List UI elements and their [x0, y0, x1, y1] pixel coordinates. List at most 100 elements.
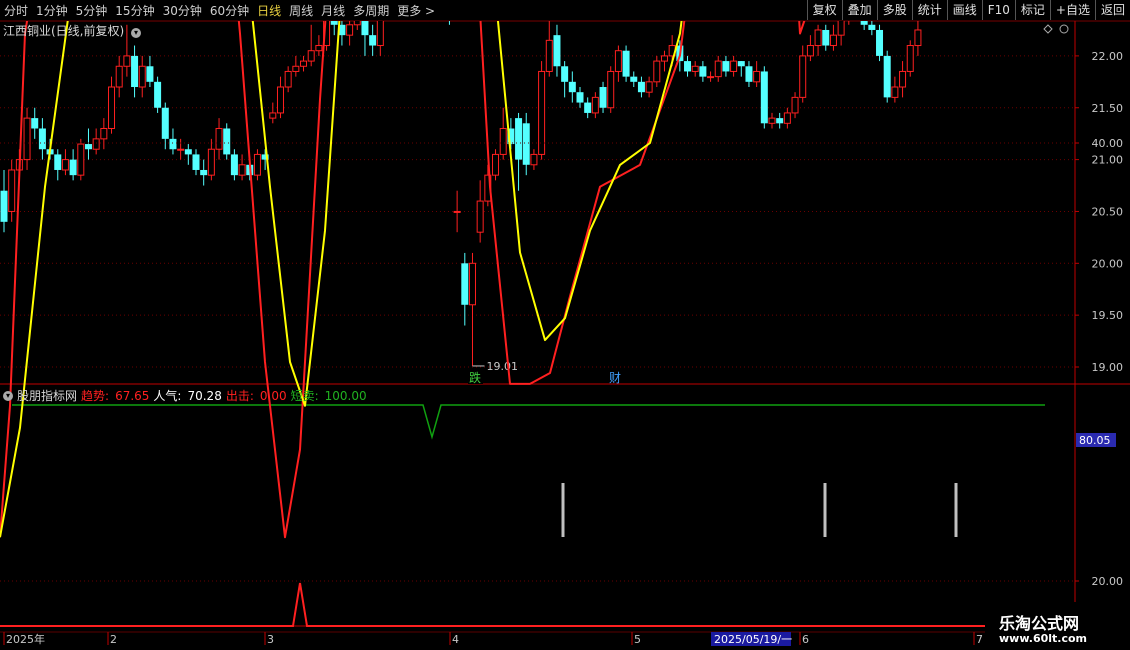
candle-body-up — [806, 45, 814, 57]
candle-body-down — [369, 35, 377, 46]
candle-body-up — [300, 60, 308, 67]
price-tick-label: 20.00 — [1092, 257, 1124, 270]
period-tab-more[interactable]: 更多 > — [393, 2, 439, 19]
candle-body-down — [223, 128, 231, 155]
period-tab-15min[interactable]: 15分钟 — [111, 2, 158, 19]
chevron-down-icon[interactable]: ▾ — [3, 390, 13, 401]
candle-body-up — [906, 45, 914, 72]
period-tab-5min[interactable]: 5分钟 — [72, 2, 112, 19]
stock-title[interactable]: 江西铜业(日线,前复权) ▾ — [3, 22, 144, 39]
candle-body-down — [745, 66, 753, 82]
candle-body-down — [637, 81, 645, 93]
chevron-down-icon[interactable]: ▾ — [131, 28, 142, 38]
timeline-label: 6 — [802, 633, 809, 646]
candle-body-up — [77, 143, 85, 176]
f10-button[interactable]: F10 — [981, 0, 1015, 20]
candle-body-down — [630, 76, 638, 82]
candle-body-up — [276, 86, 284, 114]
mark-button[interactable]: 标记 — [1014, 0, 1050, 20]
candle-body-up — [791, 96, 799, 114]
overlay-button[interactable]: 叠加 — [841, 0, 877, 20]
period-tab-60min[interactable]: 60分钟 — [206, 2, 253, 19]
multi-stock-button[interactable]: 多股 — [876, 0, 912, 20]
candle-body-up — [269, 112, 277, 119]
candle-body-up — [653, 60, 661, 83]
candle-body-down — [192, 154, 200, 170]
short-sell-line — [12, 404, 1045, 440]
candle-body-down — [699, 66, 707, 77]
candle-body-up — [614, 50, 622, 72]
candle-body-down — [776, 118, 784, 124]
candle-body-down — [0, 190, 8, 222]
candle-body-down — [38, 128, 46, 150]
candle-body-up — [92, 138, 100, 150]
restore-rights-button[interactable]: 复权 — [806, 0, 842, 20]
price-tick-label: 20.50 — [1092, 205, 1124, 218]
candle-body-up — [253, 153, 261, 176]
cursor-date: 2025/05/19/一 — [714, 633, 792, 646]
candle-body-up — [61, 159, 69, 171]
indicator-header: ▾ 股朋指标网 趋势: 67.65 人气: 70.28 出击: 0.00 短卖: 100… — [3, 387, 371, 404]
period-tabs: 分时 1分钟 5分钟 15分钟 30分钟 60分钟 日线 周线 月线 多周期 更… — [0, 0, 439, 20]
candle-body-up — [492, 153, 500, 176]
timeline-label: 2 — [110, 633, 117, 646]
candle-body-up — [545, 39, 553, 72]
price-tick-label: 19.50 — [1092, 309, 1124, 322]
candle-body-up — [476, 200, 484, 233]
candle-body-down — [161, 107, 169, 139]
indicator-item-attack: 出击: 0.00 — [225, 389, 287, 403]
candle-body-down — [822, 29, 830, 46]
candle-body-down — [461, 263, 469, 305]
chart-canvas[interactable]: 25.0024.5024.0023.5023.0022.5022.0021.50… — [0, 0, 1130, 650]
indicator-tick-label: 40.00 — [1092, 137, 1124, 150]
candle-body-down — [568, 81, 576, 93]
statistics-button[interactable]: 统计 — [911, 0, 947, 20]
cursor-value: 80.05 — [1079, 434, 1111, 447]
candle-body-up — [138, 65, 146, 88]
candle-body-up — [707, 76, 715, 79]
candle-body-down — [883, 55, 891, 98]
candle-body-up — [100, 127, 108, 140]
period-tab-fenshi[interactable]: 分时 — [0, 2, 32, 19]
watermark: 乐淘公式网 www.60lt.com — [985, 602, 1130, 650]
candle-body-up — [307, 50, 315, 62]
indicator-name[interactable]: 股朋指标网 — [17, 387, 77, 404]
period-tab-multi[interactable]: 多周期 — [349, 2, 393, 19]
candle-body-up — [215, 127, 223, 150]
candle-body-down — [561, 66, 569, 82]
candle-body-down — [131, 55, 139, 88]
add-watchlist-button[interactable]: +自选 — [1049, 0, 1095, 20]
period-tab-daily[interactable]: 日线 — [253, 2, 285, 19]
candle-body-up — [660, 55, 668, 62]
candle-body-up — [123, 55, 131, 67]
candle-body-down — [515, 118, 523, 160]
candle-body-down — [722, 61, 730, 72]
candle-body-up — [691, 65, 699, 72]
period-tab-weekly[interactable]: 周线 — [285, 2, 317, 19]
price-tick-label: 21.00 — [1092, 154, 1124, 167]
indicator-item-popularity: 人气: 70.28 — [153, 389, 222, 403]
period-tab-1min[interactable]: 1分钟 — [32, 2, 72, 19]
candle-body-up — [714, 60, 722, 78]
candle-body-down — [876, 29, 884, 56]
candle-body-down — [184, 149, 192, 155]
draw-line-button[interactable]: 画线 — [946, 0, 982, 20]
price-tick-label: 19.00 — [1092, 361, 1124, 374]
candle-body-up — [730, 60, 738, 72]
candle-body-down — [31, 118, 39, 129]
candle-body-up — [829, 34, 837, 47]
candle-body-down — [737, 61, 745, 67]
candle-body-up — [768, 117, 776, 124]
period-tab-30min[interactable]: 30分钟 — [159, 2, 206, 19]
back-button[interactable]: 返回 — [1094, 0, 1130, 20]
candle-body-down — [553, 35, 561, 67]
candle-body-down — [84, 144, 92, 150]
period-tab-monthly[interactable]: 月线 — [317, 2, 349, 19]
timeline-label: 3 — [267, 633, 274, 646]
indicator-item-short-sell: 短卖: 100.00 — [290, 389, 367, 403]
candle-body-down — [54, 154, 62, 170]
timeline-label: 5 — [634, 633, 641, 646]
candle-body-down — [200, 169, 208, 176]
candle-body-up — [238, 164, 246, 176]
indicator-tick-label: 20.00 — [1092, 575, 1124, 588]
